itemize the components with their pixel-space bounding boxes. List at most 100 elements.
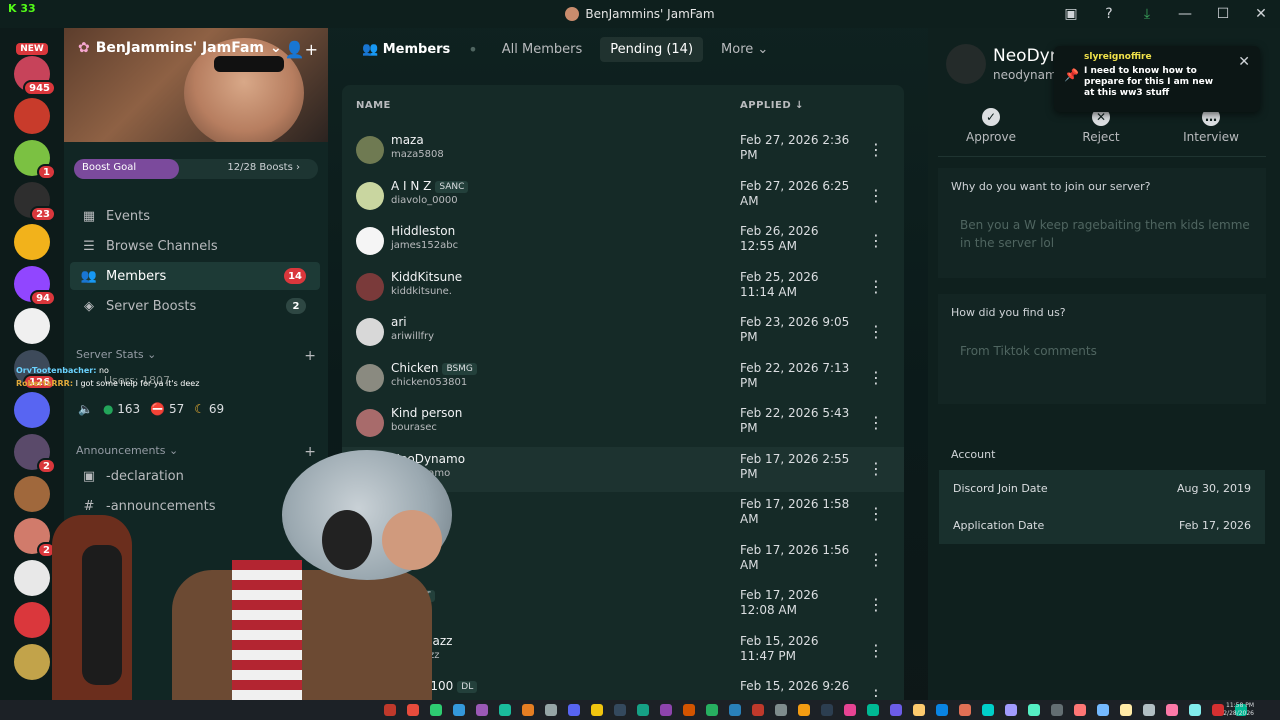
minimize-button[interactable]: —	[1166, 0, 1204, 28]
taskbar-app-icon[interactable]	[499, 704, 511, 716]
table-row[interactable]: ari ariwillfry Feb 23, 2026 9:05 PM ⋮	[342, 310, 904, 355]
server-icon[interactable]	[14, 644, 50, 680]
taskbar-app-icon[interactable]	[821, 704, 833, 716]
taskbar-app-icon[interactable]	[407, 704, 419, 716]
tab-all-members[interactable]: All Members	[492, 37, 593, 62]
more-options-icon[interactable]: ⋮	[868, 550, 884, 569]
server-icon[interactable]: 23	[14, 182, 56, 222]
taskbar-app-icon[interactable]	[1051, 704, 1063, 716]
server-icon[interactable]: 2	[14, 434, 56, 474]
taskbar-app-icon[interactable]	[1097, 704, 1109, 716]
taskbar-app-icon[interactable]	[1143, 704, 1155, 716]
more-options-icon[interactable]: ⋮	[868, 231, 884, 250]
taskbar-app-icon[interactable]	[890, 704, 902, 716]
nav-server-boosts[interactable]: ◈ Server Boosts 2	[70, 292, 320, 320]
server-icon[interactable]	[14, 308, 50, 344]
server-icon[interactable]: 94	[14, 266, 56, 306]
taskbar-app-icon[interactable]	[430, 704, 442, 716]
maximize-button[interactable]: ☐	[1204, 0, 1242, 28]
server-icon[interactable]: 2	[14, 518, 56, 558]
help-icon[interactable]: ?	[1090, 0, 1128, 28]
table-row[interactable]: Kind person bourasec Feb 22, 2026 5:43 PM ⋮	[342, 401, 904, 446]
column-name[interactable]: NAME	[356, 100, 391, 111]
server-icon[interactable]	[14, 98, 50, 134]
taskbar-app-icon[interactable]	[453, 704, 465, 716]
server-icon[interactable]: 945	[14, 56, 56, 96]
taskbar-app-icon[interactable]	[637, 704, 649, 716]
server-icon[interactable]	[14, 392, 50, 428]
server-icon[interactable]	[14, 476, 50, 512]
interview-button[interactable]: … Interview	[1156, 108, 1266, 144]
taskbar-app-icon[interactable]	[568, 704, 580, 716]
taskbar-app-icon[interactable]	[936, 704, 948, 716]
taskbar-app-icon[interactable]	[1166, 704, 1178, 716]
nav-members[interactable]: 👥 Members 14	[70, 262, 320, 290]
more-options-icon[interactable]: ⋮	[868, 641, 884, 660]
taskbar-app-icon[interactable]	[959, 704, 971, 716]
server-icon[interactable]: 1	[14, 140, 56, 180]
taskbar-app-icon[interactable]	[913, 704, 925, 716]
taskbar-app-icon[interactable]	[1189, 704, 1201, 716]
add-channel-icon[interactable]: +	[304, 348, 316, 364]
tab-pending[interactable]: Pending (14)	[600, 36, 704, 62]
taskbar-app-icon[interactable]	[706, 704, 718, 716]
taskbar-app-icon[interactable]	[1005, 704, 1017, 716]
boost-goal-bar[interactable]: Boost Goal 12/28 Boosts ›	[74, 159, 318, 179]
table-row[interactable]: A I N Z SANC diavolo_0000 Feb 27, 2026 6:25…	[342, 174, 904, 219]
taskbar-app-icon[interactable]	[1028, 704, 1040, 716]
close-icon[interactable]: ✕	[1238, 54, 1250, 70]
tab-more[interactable]: More ⌄	[711, 37, 778, 62]
taskbar-app-icon[interactable]	[729, 704, 741, 716]
more-options-icon[interactable]: ⋮	[868, 413, 884, 432]
server-name-dropdown[interactable]: ✿ BenJammins' JamFam ⌄	[78, 40, 282, 56]
taskbar-app-icon[interactable]	[591, 704, 603, 716]
more-options-icon[interactable]: ⋮	[868, 686, 884, 700]
taskbar-app-icon[interactable]	[752, 704, 764, 716]
invite-people-icon[interactable]: 👤+	[285, 40, 318, 59]
taskbar-app-icon[interactable]	[522, 704, 534, 716]
system-clock[interactable]: 11:58 PM 2/28/2026	[1223, 702, 1254, 718]
presence-stats-channel[interactable]: 🔈 ● 163 ⛔ 57 ☾ 69	[78, 402, 224, 416]
taskbar-app-icon[interactable]	[1120, 704, 1132, 716]
more-options-icon[interactable]: ⋮	[868, 277, 884, 296]
taskbar-app-icon[interactable]	[384, 704, 396, 716]
category-server-stats[interactable]: Server Stats ⌄ +	[76, 348, 316, 364]
table-row[interactable]: Hiddleston james152abc Feb 26, 2026 12:55 …	[342, 219, 904, 264]
table-row[interactable]: KiddKitsune kiddkitsune. Feb 25, 2026 11:1…	[342, 265, 904, 310]
taskbar-app-icon[interactable]	[683, 704, 695, 716]
reject-button[interactable]: ✕ Reject	[1046, 108, 1156, 144]
more-options-icon[interactable]: ⋮	[868, 459, 884, 478]
nav-events[interactable]: ▦ Events	[70, 202, 320, 230]
taskbar-app-icon[interactable]	[798, 704, 810, 716]
more-options-icon[interactable]: ⋮	[868, 368, 884, 387]
applied-date: Feb 17, 2026 12:08 AM	[740, 588, 819, 617]
more-options-icon[interactable]: ⋮	[868, 140, 884, 159]
approve-button[interactable]: ✓ Approve	[936, 108, 1046, 144]
taskbar-app-icon[interactable]	[660, 704, 672, 716]
applied-date: Feb 15, 2026 9:26	[740, 679, 850, 693]
table-row[interactable]: Chicken BSMG chicken053801 Feb 22, 2026 7:1…	[342, 356, 904, 401]
taskbar-app-icon[interactable]	[1074, 704, 1086, 716]
taskbar-app-icon[interactable]	[982, 704, 994, 716]
more-options-icon[interactable]: ⋮	[868, 186, 884, 205]
more-options-icon[interactable]: ⋮	[868, 595, 884, 614]
close-button[interactable]: ✕	[1242, 0, 1280, 28]
direct-messages-button[interactable]: NEW	[14, 30, 50, 55]
download-icon[interactable]: ⤓	[1128, 0, 1166, 28]
taskbar-app-icon[interactable]	[476, 704, 488, 716]
more-options-icon[interactable]: ⋮	[868, 504, 884, 523]
column-applied[interactable]: APPLIED ↓	[740, 100, 804, 111]
server-icon[interactable]	[14, 602, 50, 638]
taskbar-app-icon[interactable]	[545, 704, 557, 716]
more-options-icon[interactable]: ⋮	[868, 322, 884, 341]
screen-share-icon[interactable]: ▣	[1052, 0, 1090, 28]
taskbar-app-icon[interactable]	[844, 704, 856, 716]
table-row[interactable]: maza maza5808 Feb 27, 2026 2:36 PM ⋮	[342, 128, 904, 173]
taskbar-app-icon[interactable]	[867, 704, 879, 716]
server-icon[interactable]	[14, 560, 50, 596]
nav-browse-channels[interactable]: ☰ Browse Channels	[70, 232, 320, 260]
server-icon[interactable]	[14, 224, 50, 260]
taskbar-app-icon[interactable]	[775, 704, 787, 716]
taskbar-app-icon[interactable]	[614, 704, 626, 716]
taskbar-app-icon[interactable]	[1212, 704, 1224, 716]
